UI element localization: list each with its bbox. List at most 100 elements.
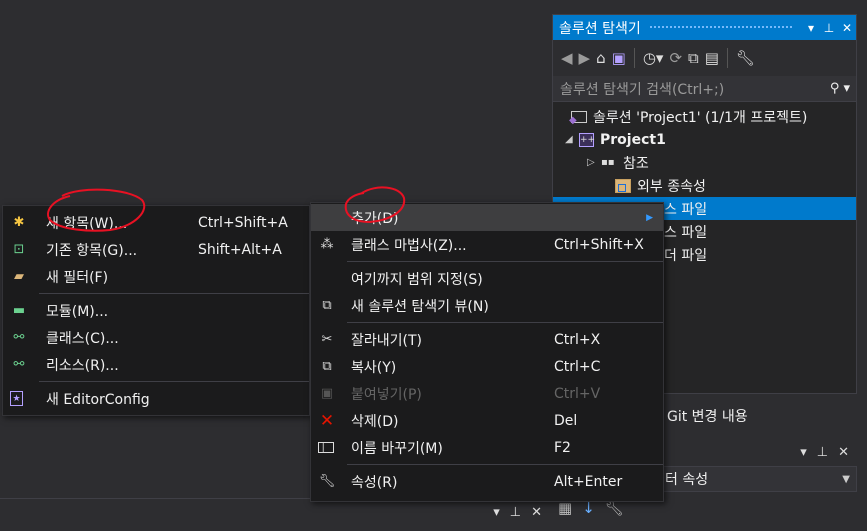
solution-explorer-titlebar[interactable]: 솔루션 탐색기 ▾ ⊥ ✕ <box>553 15 856 40</box>
close-icon[interactable]: ✕ <box>838 21 856 35</box>
menu-item-label: 잘라내기(T) <box>351 332 422 349</box>
menu-item-shortcut: Del <box>554 412 578 429</box>
tree-item-external-deps[interactable]: 외부 종속성 <box>553 174 856 197</box>
menu-item-scope-to-this[interactable]: 여기까지 범위 지정(S) <box>311 265 663 292</box>
bottom-strip-buttons: ▾ ⊥ ✕ <box>493 505 542 520</box>
tree-item-label: 외부 종속성 <box>637 178 706 195</box>
tree-item-label: 스 파일 <box>664 201 708 218</box>
menu-item-label: 이름 바꾸기(M) <box>351 440 443 457</box>
menu-item-cut[interactable]: ✂ 잘라내기(T) Ctrl+X <box>311 326 663 353</box>
pin-icon[interactable]: ⊥ <box>820 21 838 35</box>
menu-item-label: 클래스 마법사(Z)... <box>351 237 467 254</box>
search-icon[interactable]: ⚲ ▾ <box>830 81 850 96</box>
folder-context-menu: 추가(D) ▶ ⁂ 클래스 마법사(Z)... Ctrl+Shift+X 여기까… <box>310 202 664 502</box>
menu-item-label: 리소스(R)... <box>46 357 119 374</box>
forward-icon[interactable]: ▶ <box>579 49 591 67</box>
menu-item-shortcut: Ctrl+V <box>554 385 601 402</box>
menu-item-rename[interactable]: ▏ 이름 바꾸기(M) F2 <box>311 434 663 461</box>
paste-icon: ▣ <box>320 386 334 401</box>
rename-icon: ▏ <box>318 442 334 453</box>
menu-item-label: 속성(R) <box>351 474 398 491</box>
chevron-down-icon[interactable]: ▼ <box>842 474 850 485</box>
toolbar-separator <box>726 48 728 68</box>
menu-item-label: 새 필터(F) <box>46 269 109 286</box>
solution-icon: ◆ <box>569 110 587 126</box>
new-item-icon: ✱ <box>13 215 25 230</box>
tree-item-label: 스 파일 <box>664 224 708 241</box>
back-icon[interactable]: ◀ <box>561 49 573 67</box>
submenu-arrow-icon: ▶ <box>646 212 653 223</box>
menu-item-label: 클래스(C)... <box>46 330 119 347</box>
menu-item-add[interactable]: 추가(D) ▶ <box>311 204 663 231</box>
add-submenu: ✱ 새 항목(W)... Ctrl+Shift+A ⊡ 기존 항목(G)... … <box>2 205 310 416</box>
expanded-icon[interactable]: ◢ <box>565 134 579 145</box>
editorconfig-icon: ★ <box>10 391 23 406</box>
menu-item-label: 추가(D) <box>351 210 399 227</box>
properties-combo-text: 터 속성 <box>665 472 709 488</box>
menu-item-new-explorer-view[interactable]: ⧉ 새 솔루션 탐색기 뷰(N) <box>311 292 663 319</box>
menu-item-label: 삭제(D) <box>351 413 399 430</box>
title-grip <box>648 25 794 30</box>
search-placeholder: 솔루션 탐색기 검색(Ctrl+;) <box>560 81 725 98</box>
menu-separator <box>39 293 309 294</box>
tree-item-label: Project1 <box>600 131 666 148</box>
tree-item-project[interactable]: ◢ ++ Project1 <box>553 128 856 151</box>
menu-item-label: 새 솔루션 탐색기 뷰(N) <box>351 298 489 315</box>
menu-item-new-filter[interactable]: ▰ 새 필터(F) <box>3 263 309 290</box>
class-icon: ⚯ <box>13 330 25 345</box>
menu-item-copy[interactable]: ⧉ 복사(Y) Ctrl+C <box>311 353 663 380</box>
menu-item-shortcut: Ctrl+Shift+X <box>554 236 644 253</box>
menu-item-delete[interactable]: ✕ 삭제(D) Del <box>311 407 663 434</box>
properties-wrench-icon[interactable]: 🔧︎ <box>736 49 755 67</box>
menu-item-label: 붙여넣기(P) <box>351 386 422 403</box>
pending-changes-filter-icon[interactable]: ◷▾ <box>643 49 664 67</box>
switch-views-icon[interactable]: ▣ <box>612 49 626 67</box>
menu-item-new-item[interactable]: ✱ 새 항목(W)... Ctrl+Shift+A <box>3 209 309 236</box>
collapsed-icon[interactable]: ▷ <box>587 157 601 168</box>
menu-separator <box>347 322 663 323</box>
tree-item-solution[interactable]: ◆ 솔루션 'Project1' (1/1개 프로젝트) <box>553 105 856 128</box>
delete-icon: ✕ <box>319 410 335 431</box>
new-filter-icon: ▰ <box>14 269 24 284</box>
sync-icon[interactable]: ⟳ <box>669 49 682 67</box>
external-deps-icon <box>615 178 631 193</box>
close-icon[interactable]: ✕ <box>531 505 542 520</box>
dropdown-icon[interactable]: ▾ <box>802 21 820 35</box>
menu-item-shortcut: Alt+Enter <box>554 473 623 490</box>
resource-icon: ⚯ <box>13 357 25 372</box>
menu-separator <box>39 381 309 382</box>
dropdown-icon[interactable]: ▾ <box>493 505 500 520</box>
menu-item-shortcut: F2 <box>554 439 571 456</box>
dropdown-icon[interactable]: ▾ <box>800 445 807 460</box>
menu-item-label: 복사(Y) <box>351 359 397 376</box>
new-view-icon: ⧉ <box>322 298 332 313</box>
references-icon: ▪▪ <box>601 156 615 168</box>
tree-item-references[interactable]: ▷ ▪▪ 참조 <box>553 151 856 174</box>
collapse-all-icon[interactable]: ⧉ <box>688 49 699 67</box>
cpp-project-icon: ++ <box>579 132 596 147</box>
show-all-files-icon[interactable]: ▤ <box>705 49 719 67</box>
close-icon[interactable]: ✕ <box>838 445 849 460</box>
solution-explorer-search[interactable]: 솔루션 탐색기 검색(Ctrl+;) ⚲ ▾ <box>553 76 856 102</box>
menu-item-shortcut: Ctrl+X <box>554 331 601 348</box>
menu-item-module[interactable]: ▬ 모듈(M)... <box>3 297 309 324</box>
menu-item-class-wizard[interactable]: ⁂ 클래스 마법사(Z)... Ctrl+Shift+X <box>311 231 663 258</box>
home-icon[interactable]: ⌂ <box>596 49 606 67</box>
cut-icon: ✂ <box>321 332 333 347</box>
menu-item-label: 새 항목(W)... <box>46 215 128 232</box>
pin-icon[interactable]: ⊥ <box>817 445 828 460</box>
tree-item-label: 참조 <box>623 155 649 172</box>
menu-item-shortcut: Ctrl+Shift+A <box>198 214 288 231</box>
menu-item-resource[interactable]: ⚯ 리소스(R)... <box>3 351 309 378</box>
menu-item-label: 기존 항목(G)... <box>46 242 138 259</box>
bottom-tool-strip: ▾ ⊥ ✕ <box>0 498 548 531</box>
menu-item-class[interactable]: ⚯ 클래스(C)... <box>3 324 309 351</box>
menu-item-existing-item[interactable]: ⊡ 기존 항목(G)... Shift+Alt+A <box>3 236 309 263</box>
menu-item-shortcut: Shift+Alt+A <box>198 241 282 258</box>
pin-icon[interactable]: ⊥ <box>510 505 521 520</box>
module-icon: ▬ <box>12 303 26 318</box>
menu-item-properties[interactable]: 🔧︎ 속성(R) Alt+Enter <box>311 468 663 495</box>
class-wizard-icon: ⁂ <box>320 237 334 252</box>
menu-item-new-editorconfig[interactable]: ★ 새 EditorConfig <box>3 385 309 412</box>
git-changes-tab[interactable]: Git 변경 내용 <box>667 406 748 426</box>
